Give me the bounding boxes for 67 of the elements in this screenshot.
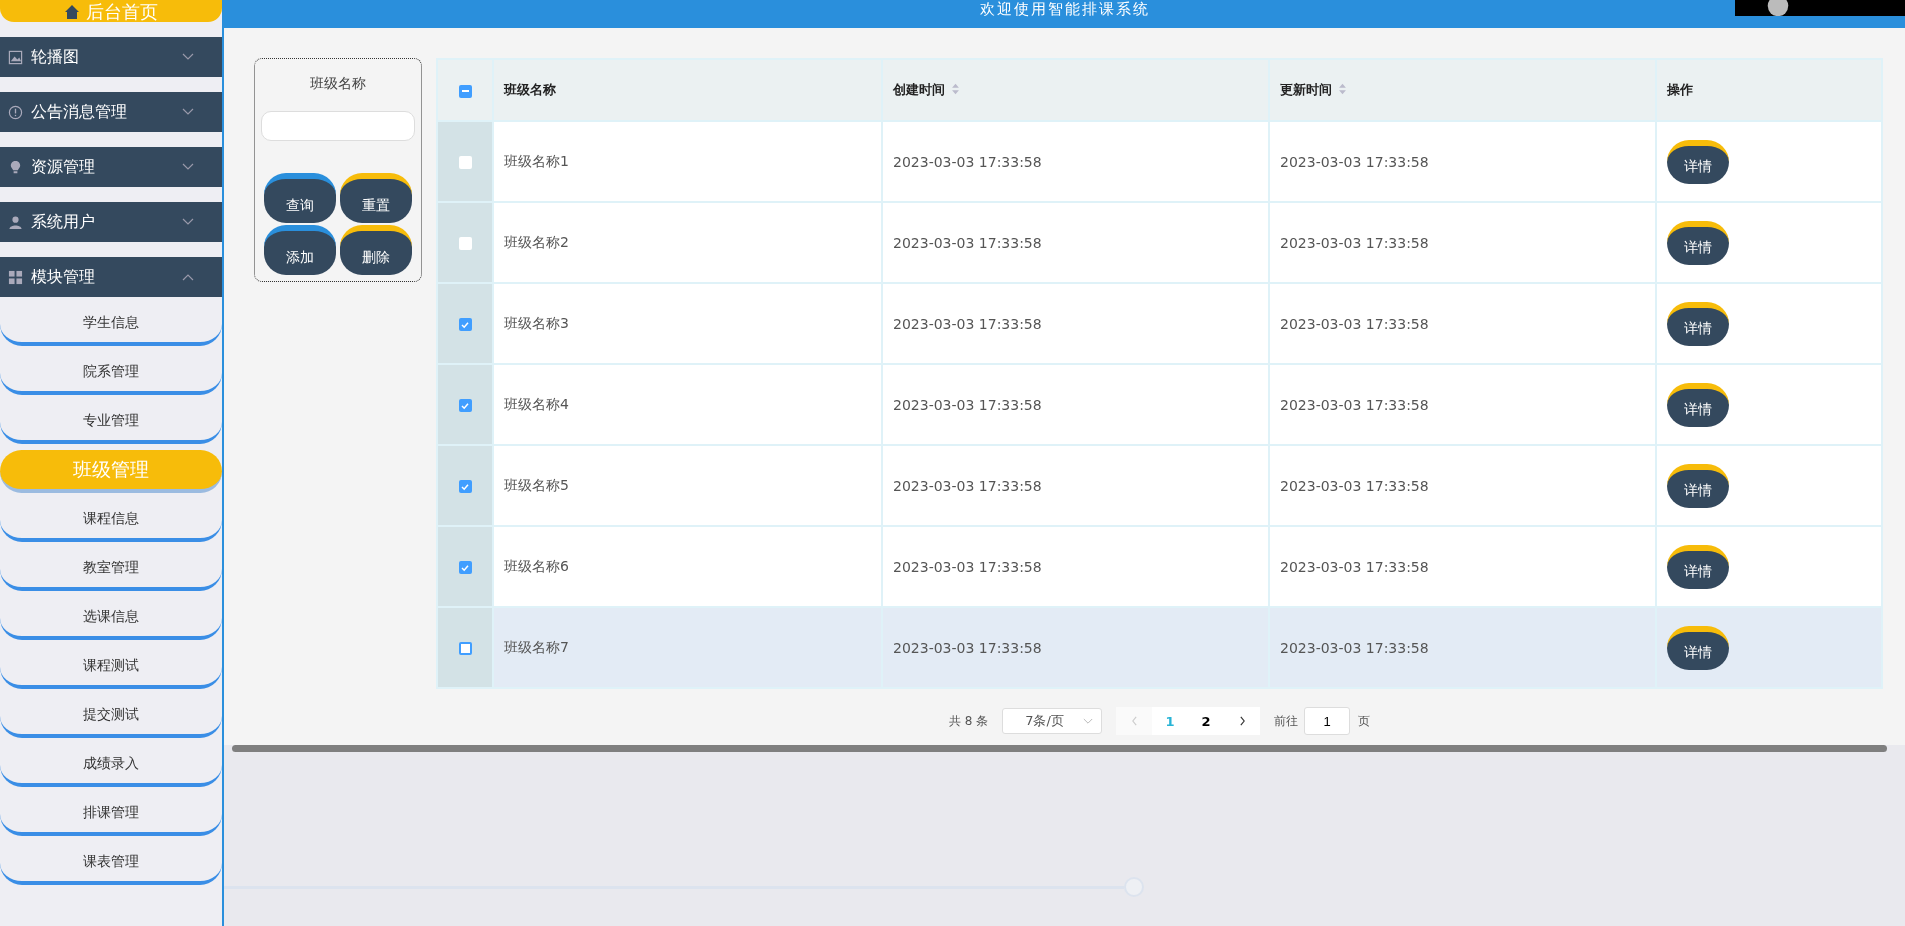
row-checkbox[interactable] [458,480,472,493]
search-field[interactable] [261,111,415,141]
menu-group[interactable]: 轮播图 [0,37,222,77]
page-unit: 页 [1358,712,1371,730]
field-label: 班级名称 [310,75,366,93]
details-button[interactable]: 详情 [1667,382,1729,427]
table-row[interactable]: 班级名称4 2023-03-03 17:33:58 2023-03-03 17:33:58 详情 [437,364,1882,445]
menu-group[interactable]: 模块管理 [0,257,222,297]
table-cell: 班级名称7 [493,607,882,688]
home-icon [64,4,80,20]
chevron-down-icon [182,53,194,61]
submenu-item[interactable]: 课表管理 [0,842,222,885]
row-checkbox[interactable] [458,561,472,574]
sort-icon[interactable] [1338,83,1347,95]
column-header[interactable]: 班级名称 [493,59,882,121]
submenu-item[interactable]: 排课管理 [0,793,222,836]
caret-icon [1083,717,1094,725]
page-input[interactable]: 1 [1304,707,1351,735]
column-header[interactable]: 更新时间 [1269,59,1656,121]
action-button[interactable]: 删除 [340,225,412,275]
chevron-right-icon [1238,716,1246,726]
table-cell: 2023-03-03 17:33:58 [882,607,1269,688]
action-button[interactable]: 查询 [264,173,336,223]
table-row[interactable]: 班级名称3 2023-03-03 17:33:58 2023-03-03 17:33:58 详情 [437,283,1882,364]
menu-group[interactable]: 公告消息管理 [0,92,222,132]
image-icon [8,49,23,65]
row-checkbox[interactable] [458,318,472,331]
page-button[interactable]: 2 [1188,707,1225,735]
chevron-down-icon [182,218,194,226]
row-checkbox[interactable] [458,237,472,250]
table-row[interactable]: 班级名称7 2023-03-03 17:33:58 2023-03-03 17:33:58 详情 [437,607,1882,688]
row-checkbox[interactable] [458,642,472,655]
column-header[interactable]: 创建时间 [882,59,1269,121]
goto-label: 前往 [1274,712,1299,730]
total-count: 共 8 条 [948,712,989,730]
column-header[interactable]: 操作 [1656,59,1882,121]
grid-icon [8,269,23,285]
details-button[interactable]: 详情 [1667,544,1729,589]
table-row[interactable]: 班级名称6 2023-03-03 17:33:58 2023-03-03 17:33:58 详情 [437,526,1882,607]
next-page-button[interactable] [1224,707,1261,735]
window-title: 欢迎使用智能排课系统 [979,0,1150,18]
chevron-down-icon [182,108,194,116]
sort-icon[interactable] [951,83,960,95]
action-button[interactable]: 重置 [340,173,412,223]
row-checkbox[interactable] [458,156,472,169]
action-button[interactable]: 添加 [264,225,336,275]
details-button[interactable]: 详情 [1667,625,1729,670]
info-icon [8,104,23,120]
table-cell: 2023-03-03 17:33:58 [1269,607,1656,688]
details-button[interactable]: 详情 [1667,220,1729,265]
bulb-icon [8,159,23,175]
menu-group[interactable]: 系统用户 [0,202,222,242]
table-row[interactable]: 班级名称1 2023-03-03 17:33:58 2023-03-03 17:33:58 详情 [437,121,1882,202]
table-row[interactable]: 班级名称5 2023-03-03 17:33:58 2023-03-03 17:33:58 详情 [437,445,1882,526]
details-button[interactable]: 详情 [1667,463,1729,508]
details-button[interactable]: 详情 [1667,301,1729,346]
user-icon [8,214,23,230]
select-all-checkbox[interactable] [458,84,472,98]
page-size-select[interactable]: 7条/页 [1002,708,1103,734]
submenu-item[interactable]: 成绩录入 [0,744,222,787]
chevron-down-icon [182,163,194,171]
details-button[interactable]: 详情 [1667,139,1729,184]
row-checkbox[interactable] [458,399,472,412]
table-row[interactable]: 班级名称2 2023-03-03 17:33:58 2023-03-03 17:33:58 详情 [437,202,1882,283]
chevron-up-icon [182,273,194,281]
chevron-left-icon [1130,716,1138,726]
menu-group[interactable]: 资源管理 [0,147,222,187]
